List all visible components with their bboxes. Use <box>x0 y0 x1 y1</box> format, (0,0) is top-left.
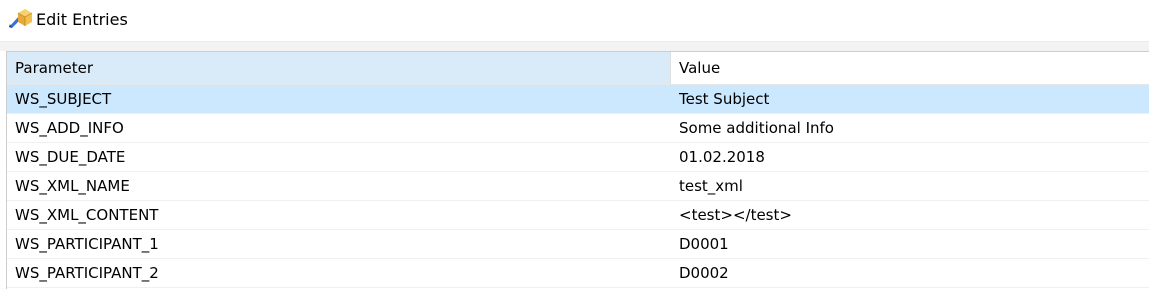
table-row[interactable]: WS_PARTICIPANT_2 D0002 <box>7 259 1149 288</box>
table-row[interactable]: WS_ADD_INFO Some additional Info <box>7 114 1149 143</box>
title-bar: Edit Entries <box>0 0 1149 41</box>
parameter-cell[interactable]: WS_SUBJECT <box>7 85 671 113</box>
window-title: Edit Entries <box>36 10 128 29</box>
toolbar-strip <box>0 41 1149 51</box>
value-cell[interactable]: <test></test> <box>671 201 1149 229</box>
table-body: WS_SUBJECT Test Subject WS_ADD_INFO Some… <box>7 85 1149 288</box>
parameter-cell[interactable]: WS_PARTICIPANT_1 <box>7 230 671 258</box>
table-row[interactable]: WS_SUBJECT Test Subject <box>7 85 1149 114</box>
value-cell[interactable]: test_xml <box>671 172 1149 200</box>
edit-entries-icon <box>7 7 33 31</box>
parameter-cell[interactable]: WS_ADD_INFO <box>7 114 671 142</box>
value-cell[interactable]: D0001 <box>671 230 1149 258</box>
table-row[interactable]: WS_PARTICIPANT_1 D0001 <box>7 230 1149 259</box>
parameter-cell[interactable]: WS_XML_NAME <box>7 172 671 200</box>
column-header-value[interactable]: Value <box>671 52 1149 84</box>
value-cell[interactable]: 01.02.2018 <box>671 143 1149 171</box>
table-row[interactable]: WS_XML_NAME test_xml <box>7 172 1149 201</box>
entries-table: Parameter Value WS_SUBJECT Test Subject … <box>6 51 1149 289</box>
column-header-parameter[interactable]: Parameter <box>7 52 671 84</box>
table-row[interactable]: WS_DUE_DATE 01.02.2018 <box>7 143 1149 172</box>
table-row[interactable]: WS_XML_CONTENT <test></test> <box>7 201 1149 230</box>
parameter-cell[interactable]: WS_DUE_DATE <box>7 143 671 171</box>
table-header: Parameter Value <box>7 52 1149 85</box>
parameter-cell[interactable]: WS_XML_CONTENT <box>7 201 671 229</box>
parameter-cell[interactable]: WS_PARTICIPANT_2 <box>7 259 671 287</box>
value-cell[interactable]: Some additional Info <box>671 114 1149 142</box>
value-cell[interactable]: Test Subject <box>671 85 1149 113</box>
value-cell[interactable]: D0002 <box>671 259 1149 287</box>
